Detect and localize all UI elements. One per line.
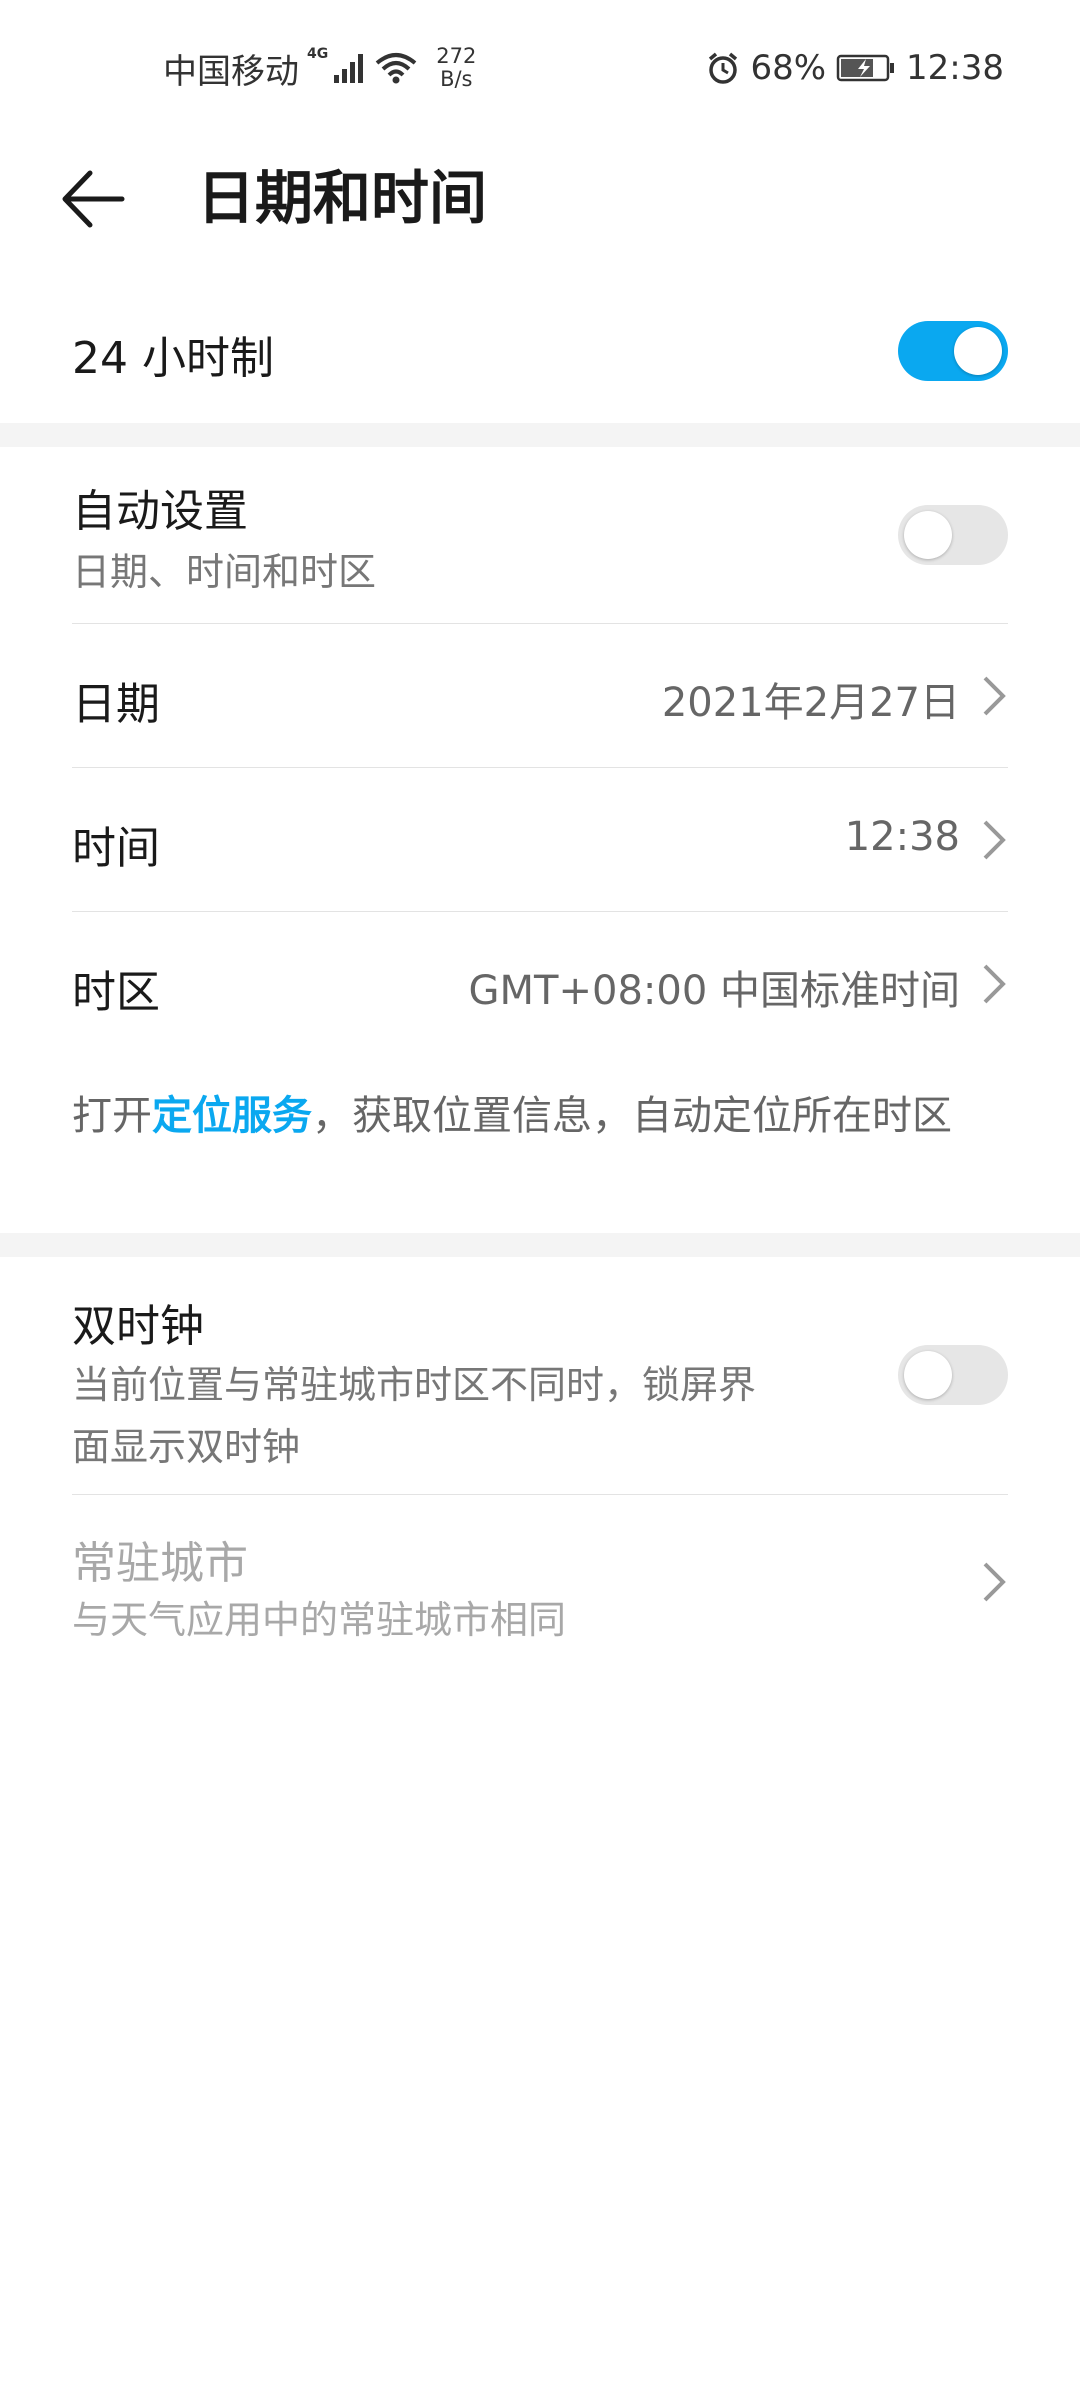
wifi-icon <box>375 53 417 84</box>
net-speed-value: 272 <box>436 44 477 68</box>
row-divider <box>72 911 1008 912</box>
chevron-right-icon <box>983 964 1006 1004</box>
network-type: 4G <box>307 46 329 62</box>
section-divider <box>0 1233 1080 1257</box>
alarm-icon <box>709 52 738 84</box>
page-title: 日期和时间 <box>197 164 488 232</box>
home-city-subtitle: 与天气应用中的常驻城市相同 <box>72 1598 567 1642</box>
chevron-right-icon <box>983 1562 1006 1602</box>
section-divider <box>0 423 1080 447</box>
toggle-knob <box>904 511 952 559</box>
location-service-link[interactable]: 定位服务 <box>152 1093 312 1139</box>
clock-time: 12:38 <box>906 48 1004 88</box>
time-label: 时间 <box>72 823 160 874</box>
date-value: 2021年2月27日 <box>661 680 960 726</box>
signal-icon <box>334 54 364 83</box>
timezone-value: GMT+08:00 中国标准时间 <box>468 968 960 1014</box>
auto-set-subtitle: 日期、时间和时区 <box>72 550 377 594</box>
dual-clock-label: 双时钟 <box>72 1301 204 1352</box>
dual-clock-subtitle-line2: 面显示双时钟 <box>72 1425 301 1469</box>
row-divider <box>72 623 1008 624</box>
dual-clock-subtitle: 当前位置与常驻城市时区不同时，锁屏界 面显示双时钟 <box>72 1354 872 1478</box>
carrier-name: 中国移动 <box>163 51 299 92</box>
net-speed: 272 B/s <box>436 45 476 91</box>
home-city-label: 常驻城市 <box>72 1538 248 1589</box>
row-divider <box>72 767 1008 768</box>
arrow-left-icon <box>62 170 125 228</box>
battery-percent: 68% <box>750 48 827 88</box>
status-right: 68% 12:38 <box>706 44 1004 92</box>
location-note: 打开定位服务，获取位置信息，自动定位所在时区 <box>72 1085 982 1147</box>
back-button[interactable] <box>60 154 160 244</box>
dual-clock-toggle[interactable] <box>898 1345 1008 1405</box>
row-divider <box>72 1494 1008 1495</box>
toggle-knob <box>904 1351 952 1399</box>
toggle-knob <box>954 327 1002 375</box>
chevron-right-icon <box>983 820 1006 860</box>
dual-clock-subtitle-line1: 当前位置与常驻城市时区不同时，锁屏界 <box>72 1363 757 1407</box>
net-speed-unit: B/s <box>440 67 473 91</box>
auto-set-toggle[interactable] <box>898 505 1008 565</box>
timezone-label: 时区 <box>72 967 160 1018</box>
location-note-suffix: ，获取位置信息，自动定位所在时区 <box>312 1093 952 1139</box>
location-note-prefix: 打开 <box>72 1093 152 1139</box>
chevron-right-icon <box>983 676 1006 716</box>
auto-set-label: 自动设置 <box>72 486 248 537</box>
status-bar: 中国移动 4G 272 B/s 68% 12:38 <box>0 0 1080 130</box>
time-value: 12:38 <box>844 814 960 860</box>
hour24-toggle[interactable] <box>898 321 1008 381</box>
app-header: 日期和时间 <box>0 140 1080 255</box>
status-left: 中国移动 4G 272 B/s <box>163 44 476 92</box>
date-label: 日期 <box>72 679 160 730</box>
battery-charging-icon <box>836 54 895 82</box>
hour24-label: 24 小时制 <box>72 333 274 384</box>
